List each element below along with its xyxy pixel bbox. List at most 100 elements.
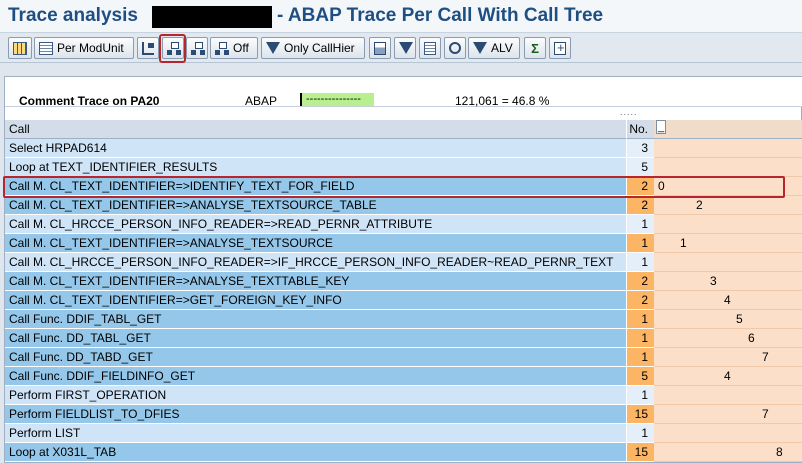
table-row[interactable]: Call M. CL_TEXT_IDENTIFIER=>GET_FOREIGN_… [5,291,802,310]
call-tree-level: 2 [696,198,703,212]
column-header-call-tree: Call_tree___ [654,120,802,139]
filter-button[interactable] [394,37,416,59]
call-tree-cell [654,253,802,272]
count-cell: 2 [626,291,654,310]
call-tree-cell [654,215,802,234]
count-cell: 1 [626,329,654,348]
count-cell: 1 [626,424,654,443]
table-row[interactable]: Call Func. DDIF_FIELDINFO_GET 5 4 [5,367,802,386]
call-tree-cell [654,424,802,443]
table-header: Call No. Call_tree___ [5,120,802,139]
splitter-handle[interactable]: ..... [620,107,638,117]
tree-off-button[interactable]: Off [210,37,258,59]
grid-icon [13,41,27,55]
call-cell[interactable]: Call M. CL_TEXT_IDENTIFIER=>ANALYSE_TEXT… [5,272,626,291]
navigate-button[interactable] [137,37,159,59]
call-cell[interactable]: Call M. CL_TEXT_IDENTIFIER=>ANALYSE_TEXT… [5,196,626,215]
call-tree-level: 5 [736,312,743,326]
table-row[interactable]: Call M. CL_TEXT_IDENTIFIER=>ANALYSE_TEXT… [5,196,802,215]
count-cell: 5 [626,367,654,386]
table-row[interactable]: Call M. CL_TEXT_IDENTIFIER=>ANALYSE_TEXT… [5,272,802,291]
call-tree-level: 1 [680,236,687,250]
trace-comment: Comment Trace on PA20 [19,94,160,108]
call-tree-level: 4 [724,293,731,307]
call-cell[interactable]: Call Func. DD_TABD_GET [5,348,626,367]
column-header-no[interactable]: No. [626,120,654,139]
table-row[interactable]: Perform FIRST_OPERATION 1 [5,386,802,405]
count-cell: 15 [626,405,654,424]
column-header-call[interactable]: Call [5,120,626,139]
print-icon [374,41,386,55]
count-cell: 1 [626,215,654,234]
count-cell: 1 [626,310,654,329]
call-cell[interactable]: Perform FIRST_OPERATION [5,386,626,405]
per-mod-unit-button[interactable]: Per ModUnit [34,37,134,59]
call-tree-level: 4 [724,369,731,383]
table-row[interactable]: Call Func. DDIF_TABL_GET 1 5 [5,310,802,329]
layout-button[interactable] [8,37,32,59]
call-cell[interactable]: Call Func. DDIF_TABL_GET [5,310,626,329]
table-row[interactable]: Select HRPAD614 3 [5,139,802,158]
call-cell[interactable]: Call Func. DD_TABL_GET [5,329,626,348]
call-table: Call No. Call_tree___ Select HRPAD6143Lo… [5,120,802,462]
count-cell: 1 [626,348,654,367]
count-cell: 1 [626,253,654,272]
call-cell[interactable]: Call Func. DDIF_FIELDINFO_GET [5,367,626,386]
expand-button[interactable] [549,37,571,59]
call-tree-cell: 7 [654,405,802,424]
table-row[interactable]: Loop at TEXT_IDENTIFIER_RESULTS 5 [5,158,802,177]
print-button[interactable] [369,37,391,59]
page-subtitle: - ABAP Trace Per Call With Call Tree [277,5,604,26]
call-tree-cell: 8 [654,443,802,462]
call-tree-level: 6 [748,331,755,345]
tree-plus-icon [191,41,205,55]
filter-icon [266,42,280,54]
call-cell[interactable]: Call M. CL_HRCCE_PERSON_INFO_READER=>IF_… [5,253,626,272]
table-row[interactable]: Call Func. DD_TABD_GET 1 7 [5,348,802,367]
sum-button[interactable] [524,37,546,59]
call-tree-cell [654,139,802,158]
only-call-hier-button[interactable]: Only CallHier [261,37,365,59]
call-tree-cell [654,158,802,177]
count-cell: 1 [626,386,654,405]
call-cell[interactable]: Call M. CL_HRCCE_PERSON_INFO_READER=>REA… [5,215,626,234]
only-call-hier-label: Only CallHier [284,41,355,55]
call-tree-cell: 2 [654,196,802,215]
call-cell[interactable]: Loop at TEXT_IDENTIFIER_RESULTS [5,158,626,177]
trace-percent-bar: --------------- [300,93,374,106]
count-cell: 1 [626,234,654,253]
count-cell: 3 [626,139,654,158]
table-row[interactable]: Call M. CL_HRCCE_PERSON_INFO_READER=>REA… [5,215,802,234]
trace-statistic: 121,061 = 46.8 % [455,94,550,108]
zoom-button[interactable] [444,37,466,59]
funnel-icon [399,42,413,54]
off-label: Off [233,41,249,55]
redacted-box [152,6,272,28]
document-icon [39,41,53,55]
call-cell[interactable]: Loop at X031L_TAB [5,443,626,462]
list-icon [424,41,436,55]
call-tree-cell: 4 [654,367,802,386]
call-tree-level: 7 [762,350,769,364]
table-row[interactable]: Loop at X031L_TAB 15 8 [5,443,802,462]
count-cell: 15 [626,443,654,462]
table-row[interactable]: Call M. CL_HRCCE_PERSON_INFO_READER=>IF_… [5,253,802,272]
count-cell: 5 [626,158,654,177]
call-cell[interactable]: Perform FIELDLIST_TO_DFIES [5,405,626,424]
export-button[interactable] [419,37,441,59]
tree-plus-button[interactable] [186,37,208,59]
alv-button[interactable]: ALV [468,37,520,59]
call-cell[interactable]: Call M. CL_TEXT_IDENTIFIER=>GET_FOREIGN_… [5,291,626,310]
call-cell[interactable]: Select HRPAD614 [5,139,626,158]
table-row[interactable]: Perform FIELDLIST_TO_DFIES 15 7 [5,405,802,424]
table-row[interactable]: Perform LIST 1 [5,424,802,443]
sum-icon [529,42,541,55]
trace-type: ABAP [245,94,278,108]
call-cell[interactable]: Call M. CL_TEXT_IDENTIFIER=>ANALYSE_TEXT… [5,234,626,253]
call-tree-cell: 3 [654,272,802,291]
alv-filter-icon [473,42,487,54]
magnifier-icon [449,42,461,54]
table-row[interactable]: Call M. CL_TEXT_IDENTIFIER=>ANALYSE_TEXT… [5,234,802,253]
table-row[interactable]: Call Func. DD_TABL_GET 1 6 [5,329,802,348]
call-cell[interactable]: Perform LIST [5,424,626,443]
